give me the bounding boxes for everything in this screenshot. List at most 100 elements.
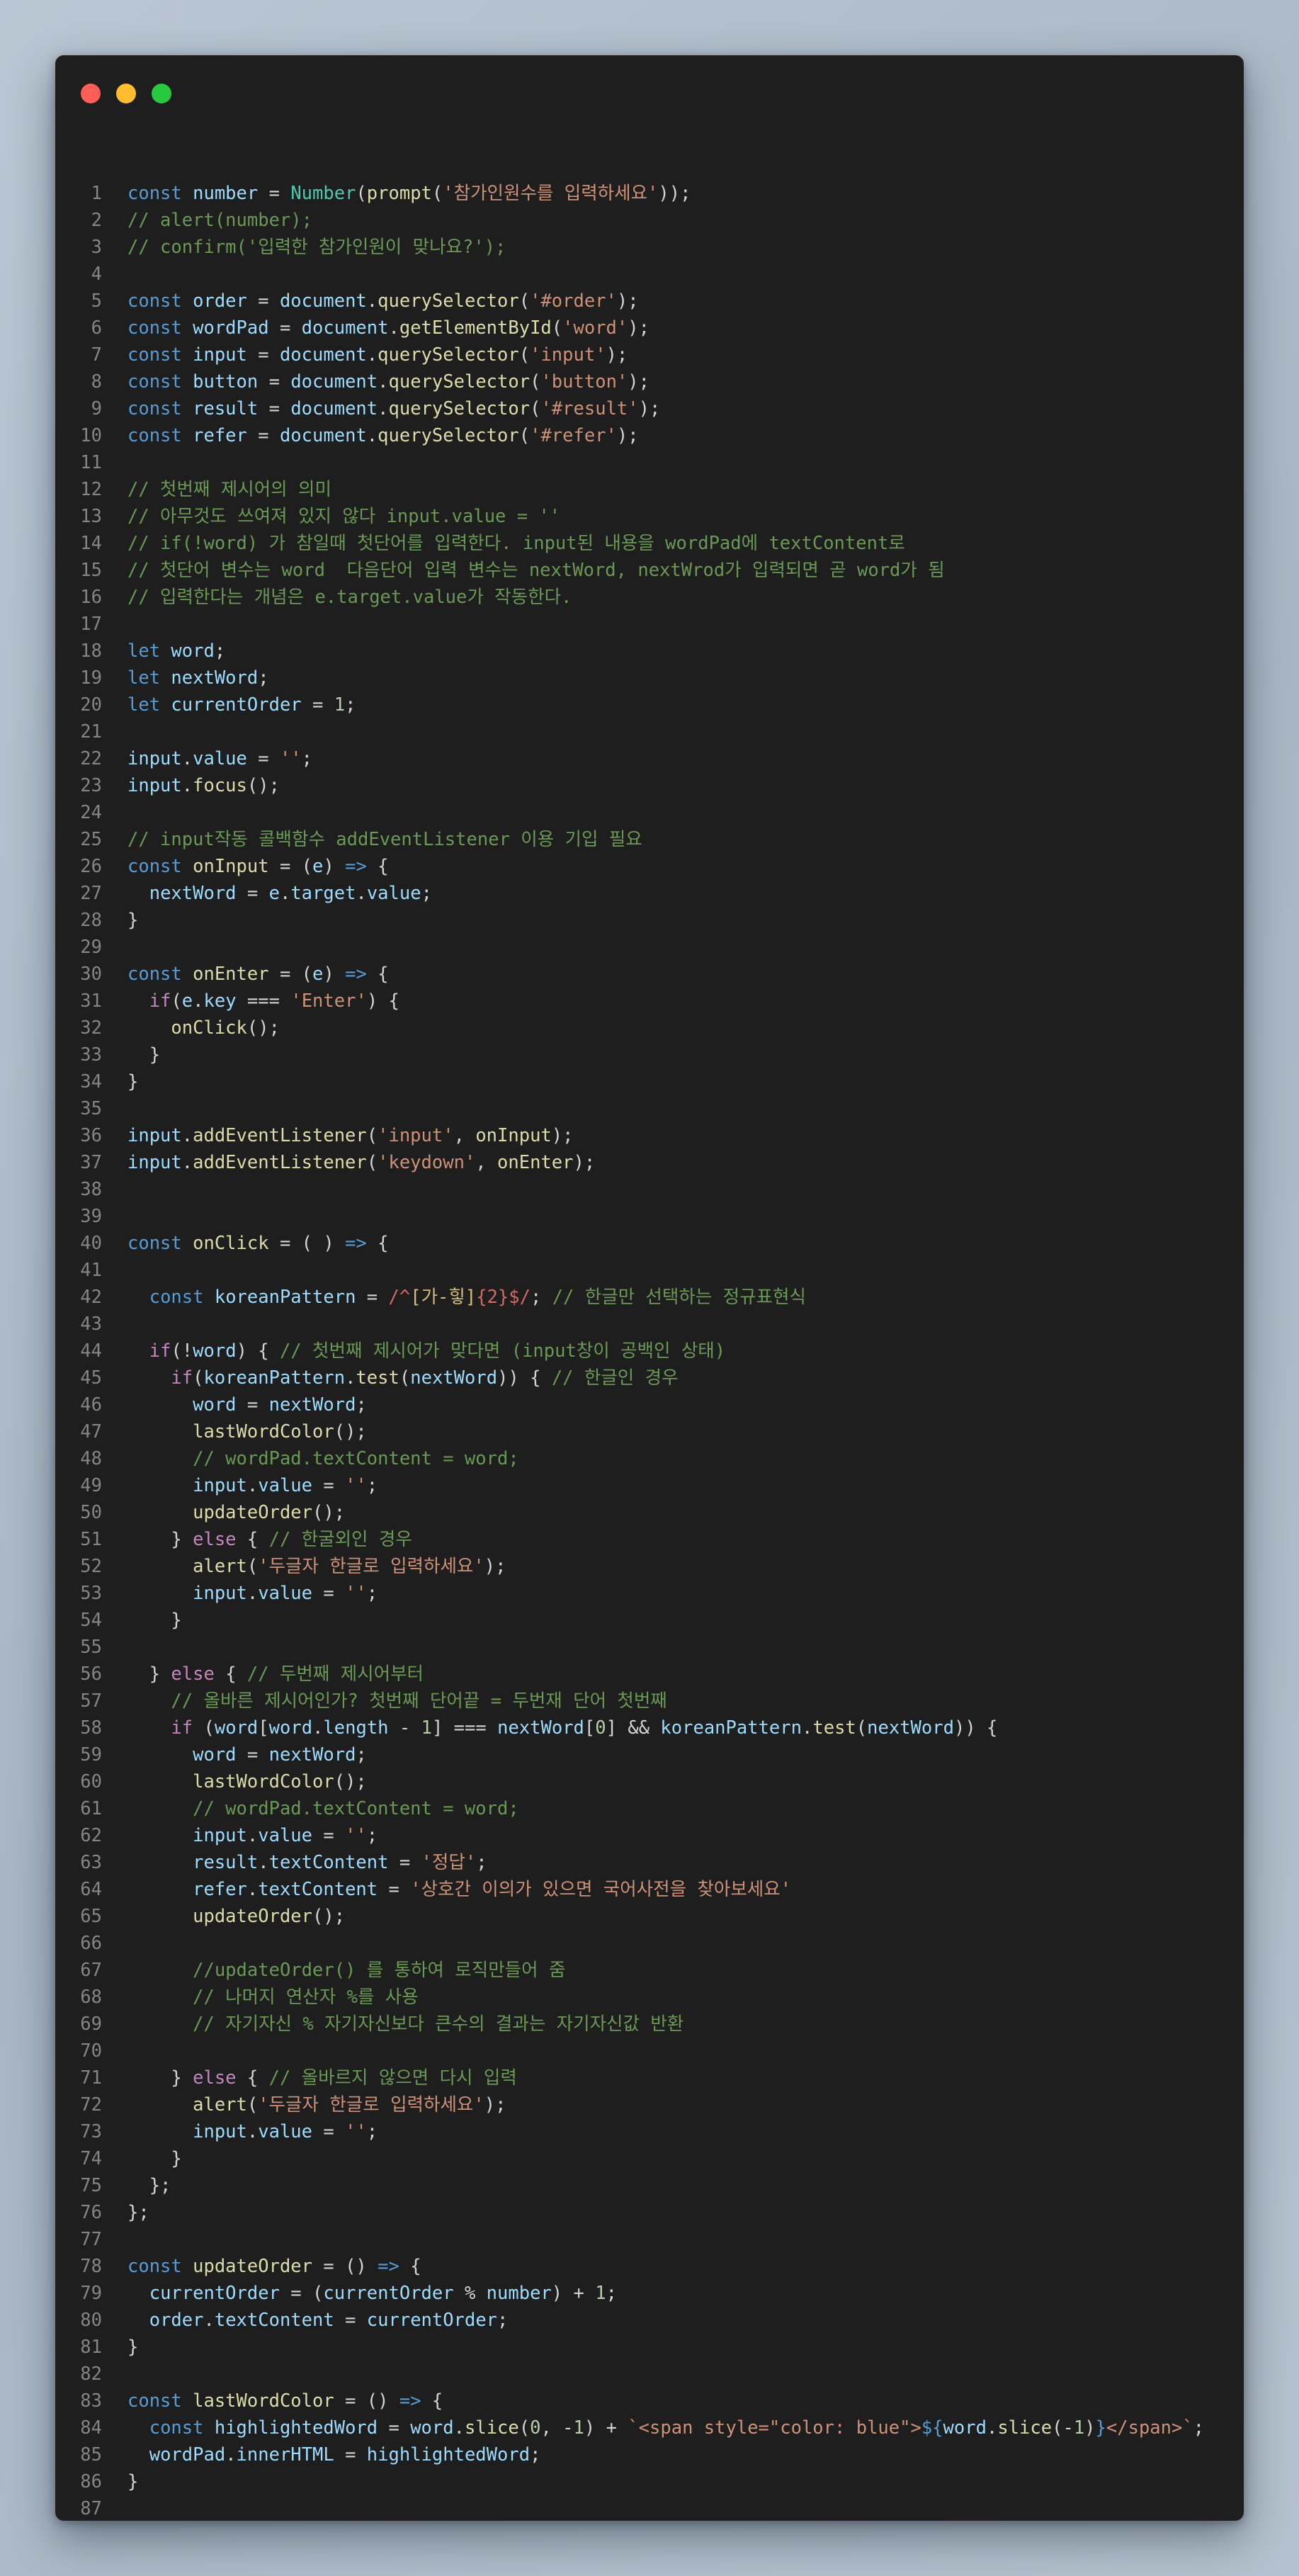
line-number: 81	[80, 2337, 102, 2358]
code-token: `<span style="color: blue">	[628, 2417, 921, 2439]
code-text: //updateOrder() 를 통하여 로직만들어 줌	[127, 1957, 565, 1984]
line-number: 6	[91, 317, 102, 339]
code-token: highlightedWord	[214, 2417, 378, 2439]
code-token: value	[258, 2121, 313, 2142]
code-text: word = nextWord;	[127, 1391, 367, 1418]
code-token: {	[366, 856, 389, 877]
code-token: currentOrder	[323, 2283, 454, 2304]
code-line: 6 const wordPad = document.getElementById…	[55, 315, 1244, 341]
code-text: const button = document.querySelector('b…	[127, 368, 650, 395]
code-token: const	[127, 183, 182, 204]
code-token: = ()	[312, 2256, 378, 2277]
code-token: word	[171, 640, 215, 662]
code-text: const wordPad = document.getElementById(…	[127, 315, 650, 341]
code-line: 65 updateOrder();	[55, 1903, 1244, 1930]
code-text: // 올바른 제시어인가? 첫번째 단어끝 = 두번재 단어 첫번째	[127, 1688, 666, 1714]
line-number: 63	[80, 1852, 102, 1873]
line-number: 35	[80, 1098, 102, 1119]
line-number: 79	[80, 2283, 102, 2304]
code-token: // 나머지 연산자 %를 사용	[193, 1987, 419, 2008]
code-token: }	[127, 2148, 182, 2169]
line-number: 38	[80, 1179, 102, 1200]
code-line: 46 word = nextWord;	[55, 1391, 1244, 1418]
code-token: };	[127, 2175, 171, 2196]
code-token: .	[279, 883, 291, 904]
code-token: input	[127, 1152, 182, 1173]
code-token: innerHTML	[236, 2444, 334, 2465]
code-line: 29	[55, 934, 1244, 961]
code-text: const result = document.querySelector('#…	[127, 395, 660, 422]
minimize-window-button[interactable]	[116, 84, 136, 103]
code-token: }	[127, 2067, 193, 2089]
code-token: ''	[345, 1475, 367, 1496]
code-text: // 첫번째 제시어의 의미	[127, 476, 331, 503]
code-token: // wordPad.textContent = word;	[193, 1798, 519, 1819]
code-token: .	[181, 1125, 193, 1146]
code-token: =>	[378, 2256, 399, 2277]
line-number: 1	[91, 183, 102, 204]
code-token: (	[530, 398, 541, 419]
code-token: lastWordColor	[193, 2390, 334, 2412]
code-token: 1	[334, 694, 346, 716]
code-token: .	[246, 1879, 259, 1900]
code-editor[interactable]: 1 const number = Number(prompt('참가인원수를 입력…	[55, 180, 1244, 2521]
code-text: }	[127, 1607, 181, 1634]
line-number: 67	[80, 1960, 102, 1981]
code-token: input	[127, 1125, 182, 1146]
code-token: , -	[540, 2417, 574, 2439]
line-number: 72	[80, 2094, 102, 2115]
code-token: // confirm('입력한 참가인원이 맞나요?');	[127, 237, 506, 258]
code-text: input.value = '';	[127, 1472, 378, 1499]
code-token: ] ===	[431, 1717, 498, 1739]
code-token: (	[518, 290, 531, 312]
code-text: lastWordColor();	[127, 1418, 367, 1445]
code-token: word	[214, 1717, 259, 1739]
code-line: 32 onClick();	[55, 1015, 1244, 1041]
code-text: }	[127, 1068, 138, 1095]
code-line: 69 // 자기자신 % 자기자신보다 큰수의 결과는 자기자신값 반환	[55, 2011, 1244, 2038]
zoom-window-button[interactable]	[152, 84, 171, 103]
code-token: }	[127, 1663, 171, 1685]
code-token: ();	[312, 1502, 346, 1523]
code-text: onClick();	[127, 1015, 280, 1041]
code-token: =	[356, 1287, 389, 1308]
code-token: };	[127, 2202, 149, 2223]
line-number: 33	[80, 1044, 102, 1066]
window-titlebar	[55, 55, 1244, 126]
code-line: 24	[55, 799, 1244, 826]
code-token: // 한굴외인 경우	[268, 1529, 412, 1550]
code-line: 2 // alert(number);	[55, 207, 1244, 234]
code-token: ();	[246, 775, 280, 796]
line-number: 59	[80, 1744, 102, 1766]
code-token: =	[258, 398, 291, 419]
code-token: nextWord	[867, 1717, 954, 1739]
code-token: 0	[530, 2417, 541, 2439]
code-text: const onClick = ( ) => {	[127, 1230, 389, 1257]
code-token: '두글자 한글로 입력하세요'	[258, 1556, 484, 1577]
code-text: // wordPad.textContent = word;	[127, 1795, 519, 1822]
code-token: number	[486, 2283, 552, 2304]
line-number: 51	[80, 1529, 102, 1550]
code-line: 60 lastWordColor();	[55, 1768, 1244, 1795]
code-token: ,	[453, 1125, 476, 1146]
code-token: (	[551, 317, 563, 339]
line-number: 49	[80, 1475, 102, 1496]
code-line: 8 const button = document.querySelector('…	[55, 368, 1244, 395]
code-token: {	[236, 2067, 269, 2089]
code-token: (	[399, 1367, 411, 1389]
code-text: alert('두글자 한글로 입력하세요');	[127, 2091, 506, 2118]
close-window-button[interactable]	[81, 84, 101, 103]
code-text: const number = Number(prompt('참가인원수를 입력하…	[127, 180, 691, 207]
code-token: );	[638, 398, 661, 419]
line-number: 55	[80, 1637, 102, 1658]
line-number: 75	[80, 2175, 102, 2196]
